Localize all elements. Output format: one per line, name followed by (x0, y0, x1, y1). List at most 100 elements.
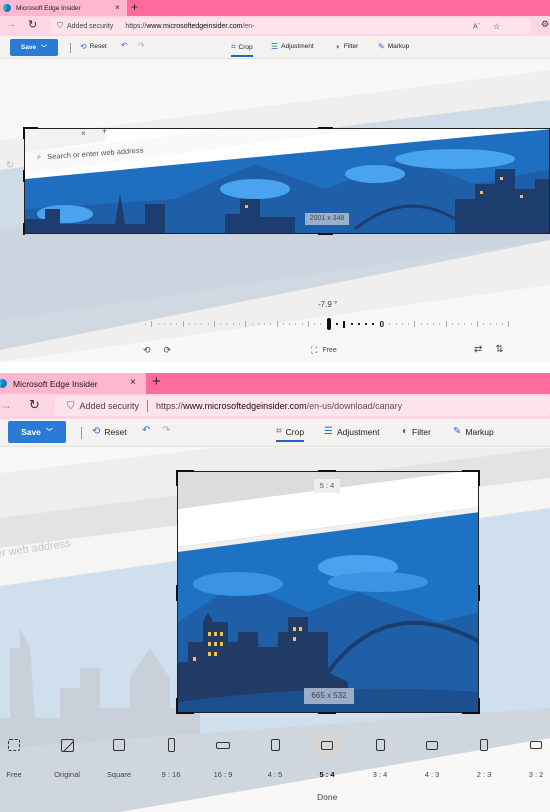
aspect-option-original[interactable]: Original (52, 730, 82, 779)
aspect-option-16x9[interactable]: 16 : 9 (208, 730, 238, 779)
undo-icon[interactable]: ↶ (121, 41, 128, 50)
aspect-label: 2 : 3 (476, 770, 492, 779)
save-button[interactable]: Save ﹀ (8, 421, 66, 443)
rotation-slider[interactable]: 0 (145, 317, 510, 331)
aspect-option-4x3[interactable]: 4 : 3 (417, 730, 447, 779)
aspect-option-free[interactable]: Free (0, 730, 29, 779)
crop-handle-bottom-left[interactable] (176, 712, 194, 714)
slider-major-tick (445, 321, 447, 327)
edge-logo-icon (0, 379, 7, 388)
slider-tick (226, 323, 228, 325)
landscape-ratio-icon (426, 740, 438, 750)
crop-handle-top-left[interactable] (23, 127, 38, 129)
crop-handle-left[interactable] (23, 170, 25, 182)
crop-handle-bottom-left[interactable] (23, 223, 25, 235)
crop-handle-left[interactable] (176, 585, 178, 601)
aspect-icon-wrap (365, 730, 395, 760)
cropped-image (178, 472, 478, 712)
browser-tab[interactable]: Microsoft Edge Insider × (0, 373, 146, 394)
reset-label: Reset (89, 43, 107, 50)
slider-tick (301, 323, 303, 325)
crop-handle-top-left-v[interactable] (23, 127, 25, 139)
image-icon (60, 738, 74, 752)
new-tab-icon[interactable]: + (152, 373, 161, 390)
refresh-icon[interactable]: ↻ (29, 397, 40, 413)
forward-icon[interactable]: → (6, 19, 16, 30)
slider-major-tick (343, 320, 346, 328)
crop-handle-top-right-v[interactable] (478, 470, 480, 486)
tab-markup[interactable]: ✎ Markup (378, 42, 409, 51)
url-field[interactable]: ⛉ Added security https://www.microsofted… (55, 396, 550, 416)
crop-frame[interactable]: 5 : 4 665 x 532 (177, 471, 479, 713)
redo-icon[interactable]: ↷ (162, 425, 170, 436)
tab-crop[interactable]: ⌗ Crop (276, 426, 305, 442)
crop-icon: ⌗ (276, 426, 282, 437)
read-aloud-icon[interactable]: A» (473, 21, 480, 30)
crop-handle-bottom-right-v[interactable] (478, 698, 480, 714)
rotate-controls: ⟲ ⟳ (143, 345, 171, 356)
sliders-icon: ☰ (324, 426, 333, 437)
slider-major-tick (245, 321, 247, 327)
rotate-left-icon[interactable]: ⟲ (143, 345, 151, 356)
filter-icon: ◐ (336, 42, 341, 51)
new-tab-icon[interactable]: + (131, 0, 138, 14)
crop-frame[interactable]: ⌕ Search or enter web address × + 2001 x… (24, 128, 550, 234)
tab-label: Filter (343, 43, 359, 50)
chevron-down-icon: ﹀ (41, 46, 48, 52)
crop-handle-right[interactable] (478, 585, 480, 601)
save-button[interactable]: Save ﹀ (10, 39, 58, 56)
slider-thumb[interactable] (326, 318, 331, 330)
crop-handle-bottom[interactable] (318, 233, 333, 235)
redo-icon[interactable]: ↷ (138, 41, 145, 50)
reset-button[interactable]: ⟲ Reset (92, 426, 127, 437)
url-host: www.microsoftedgeinsider.com (146, 22, 243, 30)
aspect-option-4x5[interactable]: 4 : 5 (260, 730, 290, 779)
tab-markup[interactable]: ✎ Markup (453, 426, 494, 437)
aspect-label: Free (6, 770, 22, 779)
aspect-option-9x16[interactable]: 9 : 16 (156, 730, 186, 779)
aspect-label: 3 : 4 (372, 770, 388, 779)
aspect-option-5x4[interactable]: 5 : 4 (312, 730, 342, 779)
slider-tick (483, 323, 485, 325)
close-tab-icon[interactable]: × (115, 3, 120, 12)
aspect-free-button[interactable]: ⛶ Free (311, 345, 337, 356)
reset-button[interactable]: ⟲ Reset (80, 42, 107, 51)
refresh-icon[interactable]: ↻ (28, 18, 37, 31)
crop-handle-top[interactable] (318, 470, 336, 472)
done-button[interactable]: Done (317, 792, 337, 802)
extensions-icon[interactable]: ⚙ (541, 19, 549, 30)
slider-tick (464, 323, 466, 325)
shield-icon: ⛉ (57, 21, 63, 30)
crop-handle-top[interactable] (318, 127, 333, 129)
flip-horizontal-icon[interactable]: ⇄ (474, 344, 482, 355)
favorites-icon[interactable]: ☆ (493, 22, 500, 31)
forward-icon[interactable]: → (0, 398, 12, 412)
flip-vertical-icon[interactable]: ⇅ (495, 344, 503, 355)
aspect-option-3x4[interactable]: 3 : 4 (365, 730, 395, 779)
slider-tick (451, 323, 453, 325)
tab-filter[interactable]: ◐ Filter (336, 42, 358, 51)
aspect-option-3x2[interactable]: 3 : 2 (521, 730, 550, 779)
rotate-right-icon[interactable]: ⟳ (164, 345, 172, 356)
aspect-icon-wrap (312, 730, 342, 760)
tab-adjustment[interactable]: ☰ Adjustment (271, 42, 314, 51)
browser-tab[interactable]: Microsoft Edge Insider × (0, 0, 127, 16)
tab-filter[interactable]: ◐ Filter (402, 426, 431, 437)
slider-tick (489, 323, 491, 325)
crop-handle-top-left-v[interactable] (176, 470, 178, 486)
url-field[interactable]: ⛉ Added security https://www.microsofted… (50, 18, 317, 34)
aspect-icon-wrap (104, 730, 134, 760)
aspect-option-2x3[interactable]: 2 : 3 (469, 730, 499, 779)
landscape-ratio-icon (216, 741, 230, 749)
tab-adjustment[interactable]: ☰ Adjustment (324, 426, 380, 437)
aspect-option-square[interactable]: Square (104, 730, 134, 779)
close-tab-icon[interactable]: × (130, 377, 136, 388)
tab-crop[interactable]: ⌗ Crop (231, 42, 253, 57)
editor-toolbar: Save ﹀ ⟲ Reset ↶ ↷ ⌗ Crop ☰ Adjustment ◐… (0, 419, 550, 447)
crop-handle-top-left[interactable] (176, 470, 194, 472)
url-field-extension[interactable]: A» ☆ (255, 18, 530, 34)
crop-handle-bottom[interactable] (318, 712, 336, 714)
undo-icon[interactable]: ↶ (142, 425, 150, 436)
slider-tick (238, 323, 240, 325)
toolbar-divider (70, 43, 71, 53)
